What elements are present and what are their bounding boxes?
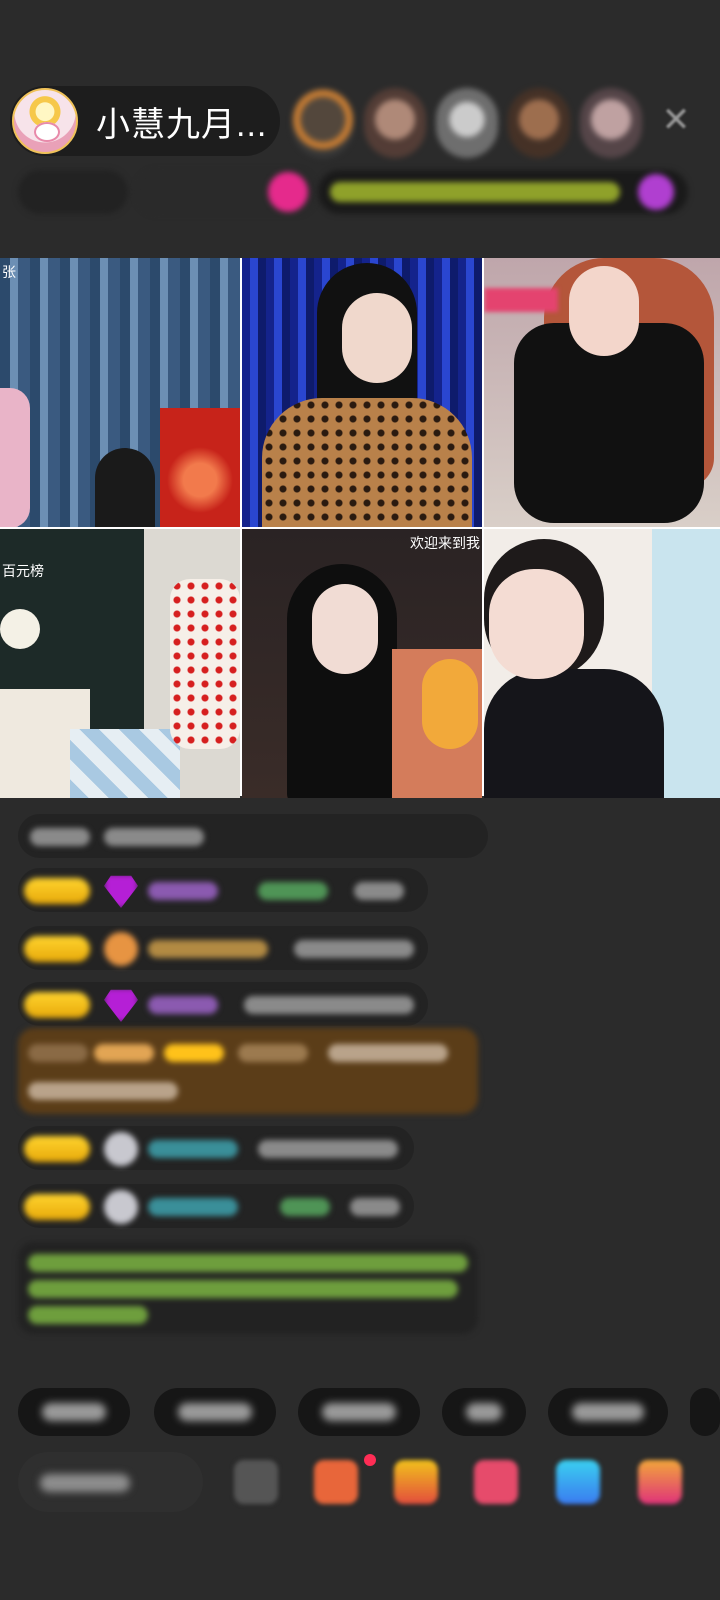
host-name: 小慧九月... [96, 105, 268, 144]
activity-icon[interactable] [638, 174, 674, 210]
quick-reply-button[interactable] [18, 1388, 130, 1436]
guest-video-3[interactable] [484, 258, 720, 527]
quick-reply-button[interactable] [690, 1388, 720, 1436]
level-badge [24, 1194, 90, 1220]
room-info-row [18, 170, 688, 216]
quick-reply-bar [18, 1388, 720, 1436]
level-badge [24, 1136, 90, 1162]
gift-icon[interactable] [638, 1460, 682, 1504]
level-badge [24, 878, 90, 904]
system-notice [18, 1242, 478, 1334]
quick-reply-button[interactable] [154, 1388, 276, 1436]
tile-overlay-text: 百元榜 [2, 563, 44, 579]
red-packet-icon[interactable] [474, 1460, 518, 1504]
heart-icon[interactable] [268, 172, 308, 212]
tile-overlay-text: 张 [2, 264, 16, 280]
viewer-avatar[interactable] [580, 88, 642, 158]
viewer-avatar[interactable] [292, 88, 354, 158]
host-info-pill[interactable]: 小慧九月... [10, 86, 280, 156]
tile-overlay-text: 欢迎来到我 [410, 535, 480, 551]
shop-icon[interactable] [314, 1460, 358, 1504]
level-badge [24, 936, 90, 962]
viewer-avatar[interactable] [508, 88, 570, 158]
chat-message[interactable] [18, 982, 428, 1026]
activity-text [330, 182, 620, 202]
avatar-icon [104, 1132, 138, 1166]
guest-video-1[interactable]: 张 [0, 258, 240, 527]
notification-dot [364, 1454, 376, 1466]
gem-icon [104, 875, 138, 908]
multi-guest-video-grid: 张 百元榜 欢迎来到我 [0, 258, 720, 798]
viewer-avatar[interactable] [364, 88, 426, 158]
gem-icon [104, 989, 138, 1022]
more-icon[interactable] [234, 1460, 278, 1504]
peach-icon [104, 932, 138, 966]
host-avatar[interactable] [12, 88, 78, 154]
guest-video-6[interactable] [484, 529, 720, 798]
quick-reply-button[interactable] [442, 1388, 526, 1436]
chat-message[interactable] [18, 926, 428, 970]
guest-video-2[interactable] [242, 258, 482, 527]
guest-video-5[interactable]: 欢迎来到我 [242, 529, 482, 798]
close-icon[interactable]: ✕ [656, 100, 696, 140]
game-icon[interactable] [556, 1460, 600, 1504]
quick-reply-button[interactable] [298, 1388, 420, 1436]
rank-chip[interactable] [18, 170, 128, 214]
guest-video-4[interactable]: 百元榜 [0, 529, 240, 798]
chat-input[interactable] [18, 1452, 203, 1512]
top-viewers-list[interactable] [292, 88, 642, 158]
bottom-toolbar [18, 1440, 718, 1528]
chat-highlight-message[interactable] [18, 1028, 478, 1114]
viewer-avatar[interactable] [436, 88, 498, 158]
quick-reply-button[interactable] [548, 1388, 668, 1436]
gift-box-icon[interactable] [394, 1460, 438, 1504]
avatar-icon [104, 1190, 138, 1224]
chat-message[interactable] [18, 868, 428, 912]
level-badge [24, 992, 90, 1018]
chat-message[interactable] [18, 1184, 414, 1228]
chat-message[interactable] [18, 1126, 414, 1170]
chat-message[interactable] [18, 814, 488, 858]
